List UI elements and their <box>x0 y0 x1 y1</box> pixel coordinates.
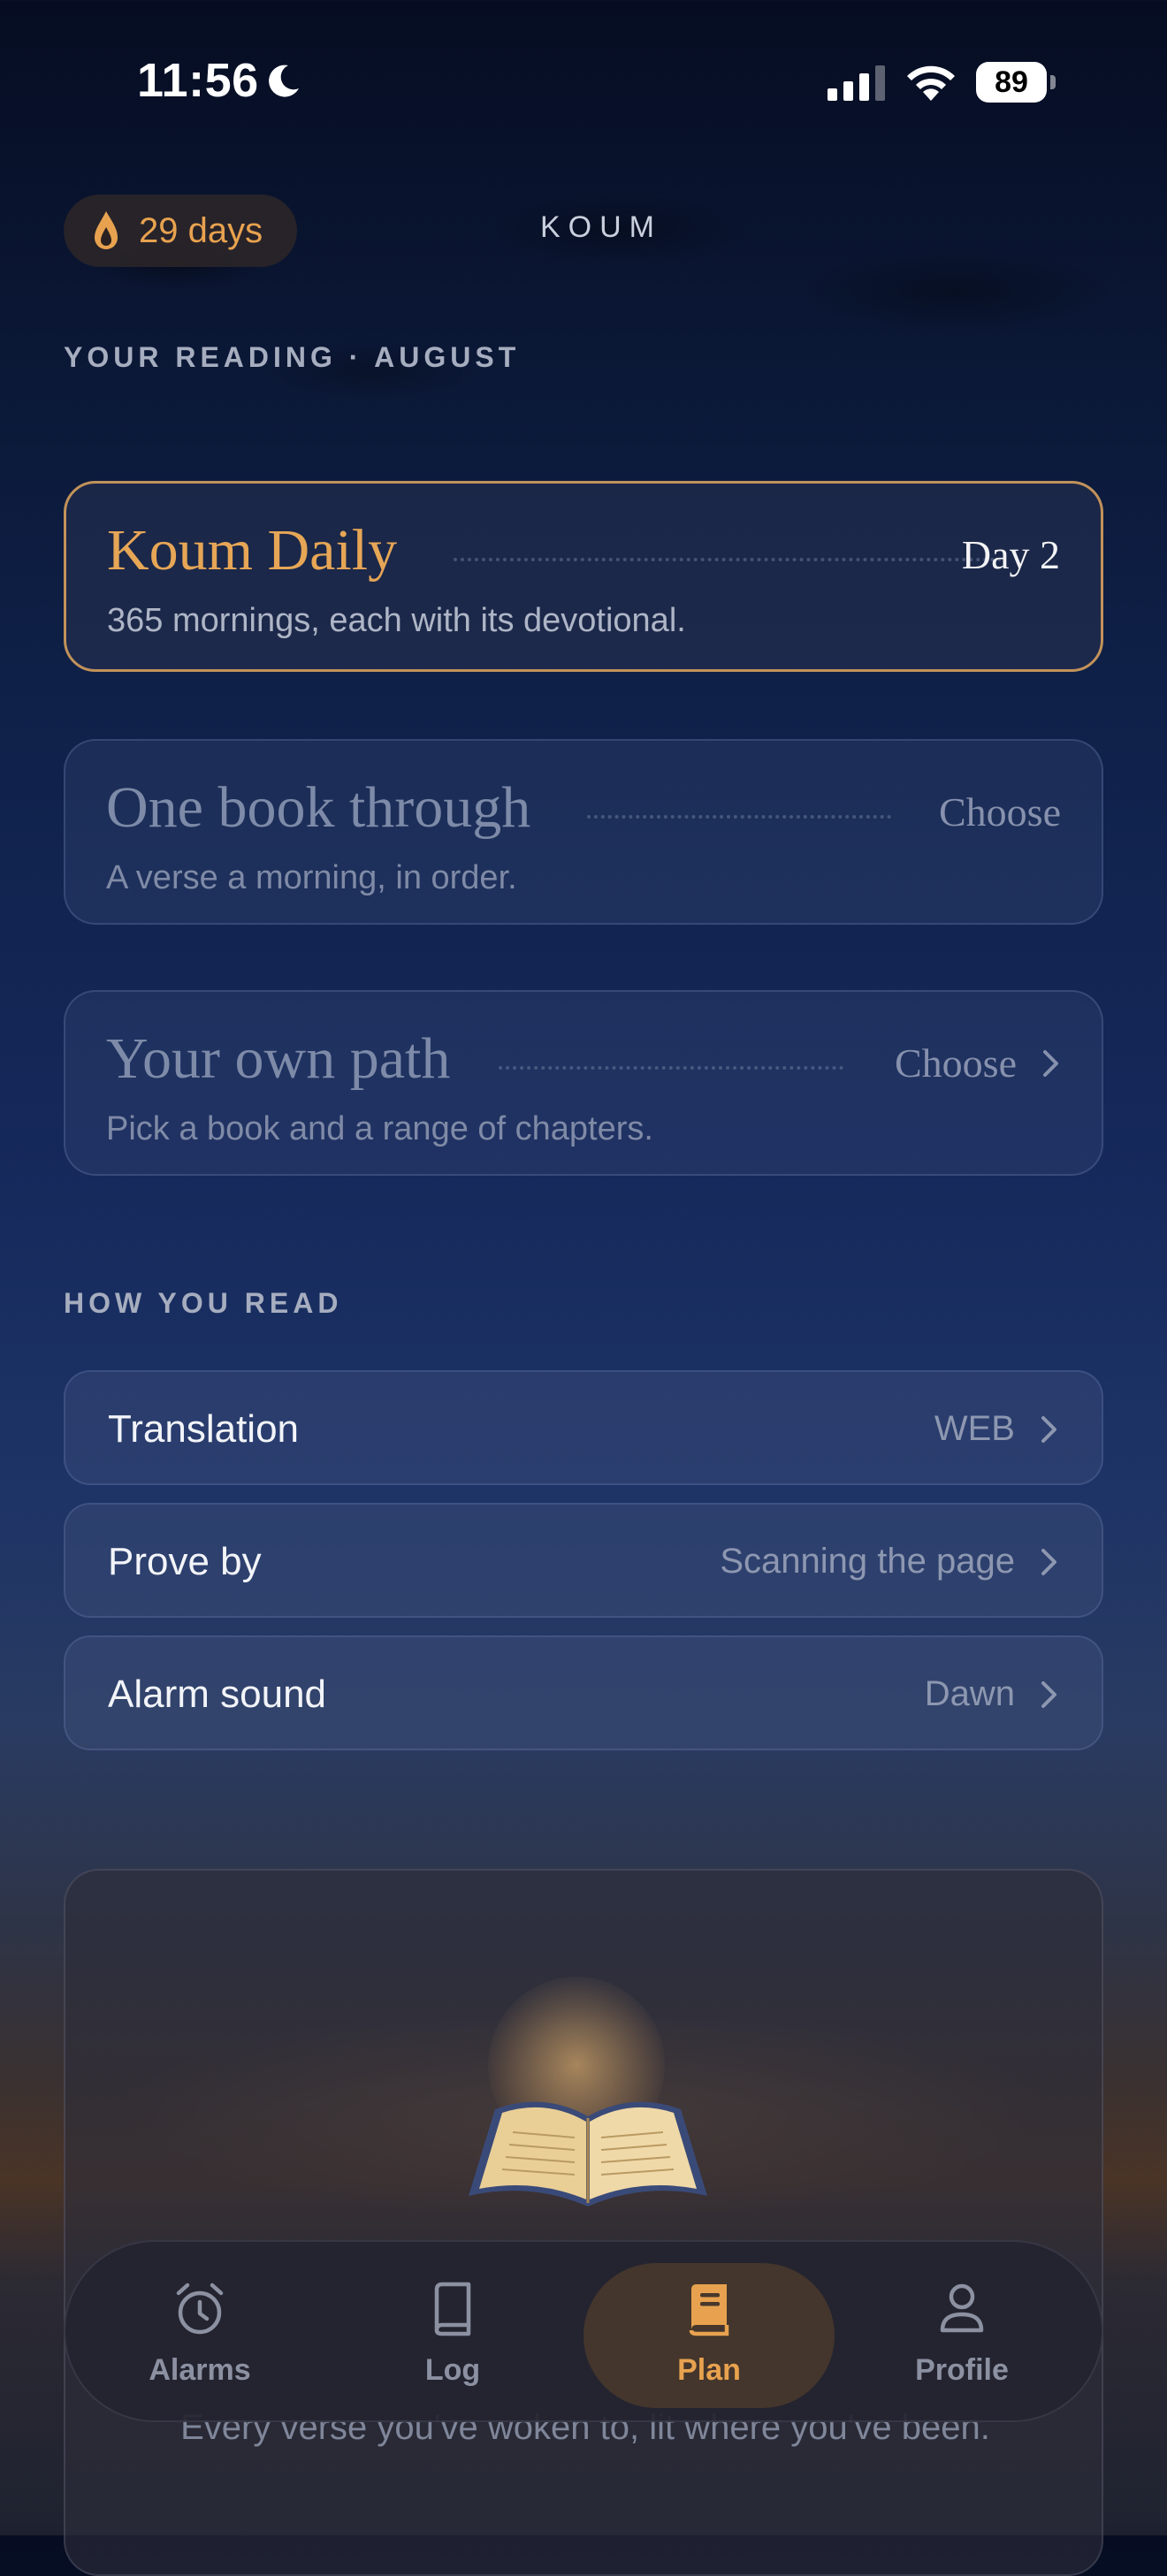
chevron-right-icon <box>1041 1415 1056 1443</box>
wifi-icon <box>907 65 955 101</box>
tab-log[interactable]: Log <box>329 2242 576 2420</box>
tab-alarms[interactable]: Alarms <box>76 2242 324 2420</box>
setting-prove-by[interactable]: Prove by Scanning the page <box>64 1503 1103 1618</box>
dotted-leader <box>587 815 891 819</box>
open-book-illustration <box>469 2101 707 2206</box>
setting-alarm-sound[interactable]: Alarm sound Dawn <box>64 1635 1103 1750</box>
dotted-leader <box>454 558 1002 561</box>
tab-bar: Alarms Log Plan Profile <box>64 2240 1103 2422</box>
journey-panel[interactable]: Every verse you've woken to, lit where y… <box>64 1869 1103 2576</box>
plan-name: Your own path <box>106 1026 451 1091</box>
plan-description: Pick a book and a range of chapters. <box>106 1110 653 1147</box>
book-icon <box>434 2282 471 2336</box>
tab-label: Plan <box>677 2353 741 2387</box>
moon-icon <box>269 65 299 97</box>
setting-value: WEB <box>934 1409 1059 1449</box>
tab-plan[interactable]: Plan <box>584 2242 835 2420</box>
plan-description: 365 mornings, each with its devotional. <box>107 602 686 639</box>
streak-count: 29 days <box>139 210 263 250</box>
plan-card-one-book-through[interactable]: One book through Choose A verse a mornin… <box>64 739 1103 925</box>
setting-value: Scanning the page <box>720 1542 1059 1581</box>
setting-translation[interactable]: Translation WEB <box>64 1370 1103 1485</box>
status-bar: 11:56 89 <box>0 53 1167 115</box>
plan-description: A verse a morning, in order. <box>106 859 517 896</box>
tab-label: Profile <box>915 2353 1009 2387</box>
streak-badge[interactable]: 29 days <box>64 194 297 267</box>
dotted-leader <box>499 1066 843 1070</box>
setting-label: Prove by <box>108 1540 262 1583</box>
plan-name: One book through <box>106 775 531 840</box>
plan-name: Koum Daily <box>107 518 398 583</box>
status-time: 11:56 <box>137 54 259 107</box>
tab-profile[interactable]: Profile <box>838 2242 1086 2420</box>
battery-cap <box>1050 75 1056 89</box>
person-icon <box>940 2283 984 2333</box>
tab-label: Alarms <box>149 2353 251 2387</box>
flame-icon <box>95 211 118 249</box>
setting-label: Alarm sound <box>108 1673 327 1716</box>
plan-card-koum-daily[interactable]: Koum Daily Day 2 365 mornings, each with… <box>64 481 1103 672</box>
plan-card-your-own-path[interactable]: Your own path Choose Pick a book and a r… <box>64 990 1103 1176</box>
tab-label: Log <box>424 2353 481 2387</box>
book-filled-icon <box>689 2284 729 2336</box>
chevron-right-icon <box>1043 1049 1058 1077</box>
cellular-signal-icon <box>828 65 885 101</box>
plan-status: Choose <box>939 789 1061 835</box>
plan-status: Choose <box>895 1040 1061 1086</box>
setting-value: Dawn <box>925 1674 1059 1714</box>
how-you-read-label: HOW YOU READ <box>64 1287 343 1319</box>
app-title: KOUM <box>540 210 662 244</box>
reading-section-label: YOUR READING · AUGUST <box>64 341 521 373</box>
battery-level: 89 <box>976 62 1047 103</box>
setting-label: Translation <box>108 1407 300 1451</box>
chevron-right-icon <box>1041 1548 1056 1575</box>
battery-indicator: 89 <box>976 62 1056 103</box>
plan-status: Day 2 <box>961 532 1060 577</box>
alarm-clock-icon <box>176 2283 224 2335</box>
chevron-right-icon <box>1041 1680 1056 1708</box>
